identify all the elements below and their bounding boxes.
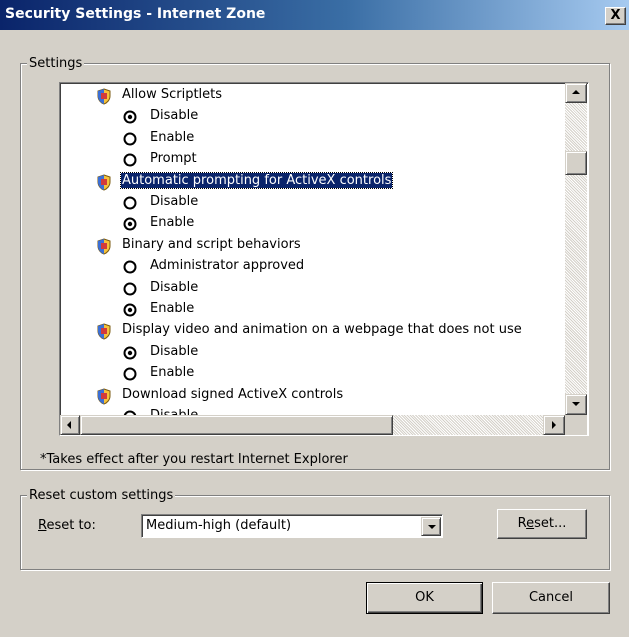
radio-checked-icon[interactable] bbox=[123, 346, 137, 364]
radio-unchecked-icon[interactable] bbox=[123, 367, 137, 385]
scroll-up-button[interactable] bbox=[565, 83, 587, 103]
window-title: Security Settings - Internet Zone bbox=[5, 6, 266, 22]
scrollbar-corner bbox=[565, 415, 587, 435]
reset-to-select[interactable]: Medium-high (default) bbox=[141, 514, 443, 538]
radio-checked-icon[interactable] bbox=[123, 303, 137, 321]
radio-checked-icon[interactable] bbox=[123, 110, 137, 128]
setting-category-label: Display video and animation on a webpage… bbox=[122, 322, 522, 338]
scroll-down-button[interactable] bbox=[565, 394, 587, 415]
setting-option[interactable]: Disable bbox=[60, 343, 565, 364]
cancel-button-label: Cancel bbox=[528, 590, 574, 605]
setting-option[interactable]: Administrator approved bbox=[60, 257, 565, 278]
ok-button-label: OK bbox=[415, 590, 434, 605]
settings-group-legend: Settings bbox=[27, 56, 85, 71]
settings-listbox[interactable]: Allow Scriptlets Disable Enable Prompt Autom… bbox=[59, 82, 589, 436]
cancel-button[interactable]: Cancel bbox=[492, 582, 610, 614]
setting-option[interactable]: Disable bbox=[60, 193, 565, 214]
reset-to-label: Reset to: bbox=[38, 518, 96, 533]
reset-to-value: Medium-high (default) bbox=[146, 518, 292, 533]
settings-shield-icon bbox=[96, 238, 112, 259]
setting-option-label: Disable bbox=[150, 108, 199, 124]
setting-category-label: Download signed ActiveX controls bbox=[122, 386, 344, 402]
horizontal-scroll-thumb[interactable] bbox=[80, 415, 393, 435]
reset-button[interactable]: Reset... bbox=[497, 509, 587, 539]
setting-option[interactable]: Disable bbox=[60, 107, 565, 128]
setting-option-label: Prompt bbox=[150, 151, 197, 167]
settings-shield-icon bbox=[96, 88, 112, 109]
reset-group-legend: Reset custom settings bbox=[27, 488, 176, 503]
setting-category-label: Automatic prompting for ActiveX controls bbox=[119, 171, 394, 189]
setting-category[interactable]: Automatic prompting for ActiveX controls bbox=[60, 171, 565, 195]
settings-list: Allow Scriptlets Disable Enable Prompt Autom… bbox=[60, 83, 565, 418]
setting-option-label: Enable bbox=[150, 129, 195, 145]
setting-option[interactable]: Enable bbox=[60, 300, 565, 321]
chevron-down-icon bbox=[428, 525, 436, 529]
arrow-down-icon bbox=[572, 402, 580, 406]
vertical-scrollbar[interactable] bbox=[565, 83, 587, 415]
setting-option[interactable]: Enable bbox=[60, 364, 565, 385]
scroll-left-button[interactable] bbox=[60, 415, 80, 435]
setting-option[interactable]: Enable bbox=[60, 129, 565, 150]
restart-note: *Takes effect after you restart Internet… bbox=[40, 452, 348, 467]
settings-shield-icon bbox=[96, 388, 112, 409]
settings-shield-icon bbox=[96, 323, 112, 344]
title-bar: Security Settings - Internet Zone X bbox=[0, 0, 629, 30]
setting-option[interactable]: Disable bbox=[60, 279, 565, 300]
setting-option-label: Disable bbox=[150, 194, 199, 209]
setting-category[interactable]: Allow Scriptlets bbox=[60, 86, 565, 107]
close-icon: X bbox=[610, 8, 621, 23]
setting-option-label: Administrator approved bbox=[150, 258, 305, 274]
setting-category[interactable]: Binary and script behaviors bbox=[60, 236, 565, 257]
arrow-up-icon bbox=[572, 90, 580, 94]
radio-unchecked-icon[interactable] bbox=[123, 282, 137, 300]
scroll-right-button[interactable] bbox=[543, 415, 565, 435]
setting-option-label: Disable bbox=[150, 279, 199, 295]
setting-option-label: Enable bbox=[150, 365, 195, 381]
settings-shield-icon bbox=[96, 174, 112, 195]
radio-unchecked-icon[interactable] bbox=[123, 132, 137, 150]
radio-unchecked-icon[interactable] bbox=[123, 153, 137, 171]
setting-option-label: Enable bbox=[150, 301, 195, 316]
radio-unchecked-icon[interactable] bbox=[123, 260, 137, 278]
setting-category-label: Allow Scriptlets bbox=[122, 87, 223, 102]
arrow-left-icon bbox=[67, 421, 71, 429]
setting-option-label: Disable bbox=[150, 343, 199, 359]
dropdown-button[interactable] bbox=[421, 517, 441, 536]
horizontal-scrollbar[interactable] bbox=[60, 415, 565, 435]
close-button[interactable]: X bbox=[605, 7, 626, 25]
setting-option-label: Enable bbox=[150, 215, 195, 231]
arrow-right-icon bbox=[552, 421, 556, 429]
reset-button-label: Reset... bbox=[517, 516, 567, 531]
setting-category-label: Binary and script behaviors bbox=[122, 236, 301, 252]
setting-option[interactable]: Prompt bbox=[60, 150, 565, 171]
radio-unchecked-icon[interactable] bbox=[123, 196, 137, 214]
radio-checked-icon[interactable] bbox=[123, 217, 137, 235]
setting-category[interactable]: Display video and animation on a webpage… bbox=[60, 321, 565, 342]
ok-button[interactable]: OK bbox=[366, 582, 483, 614]
setting-option[interactable]: Enable bbox=[60, 214, 565, 235]
setting-category[interactable]: Download signed ActiveX controls bbox=[60, 386, 565, 407]
vertical-scroll-thumb[interactable] bbox=[565, 151, 587, 175]
